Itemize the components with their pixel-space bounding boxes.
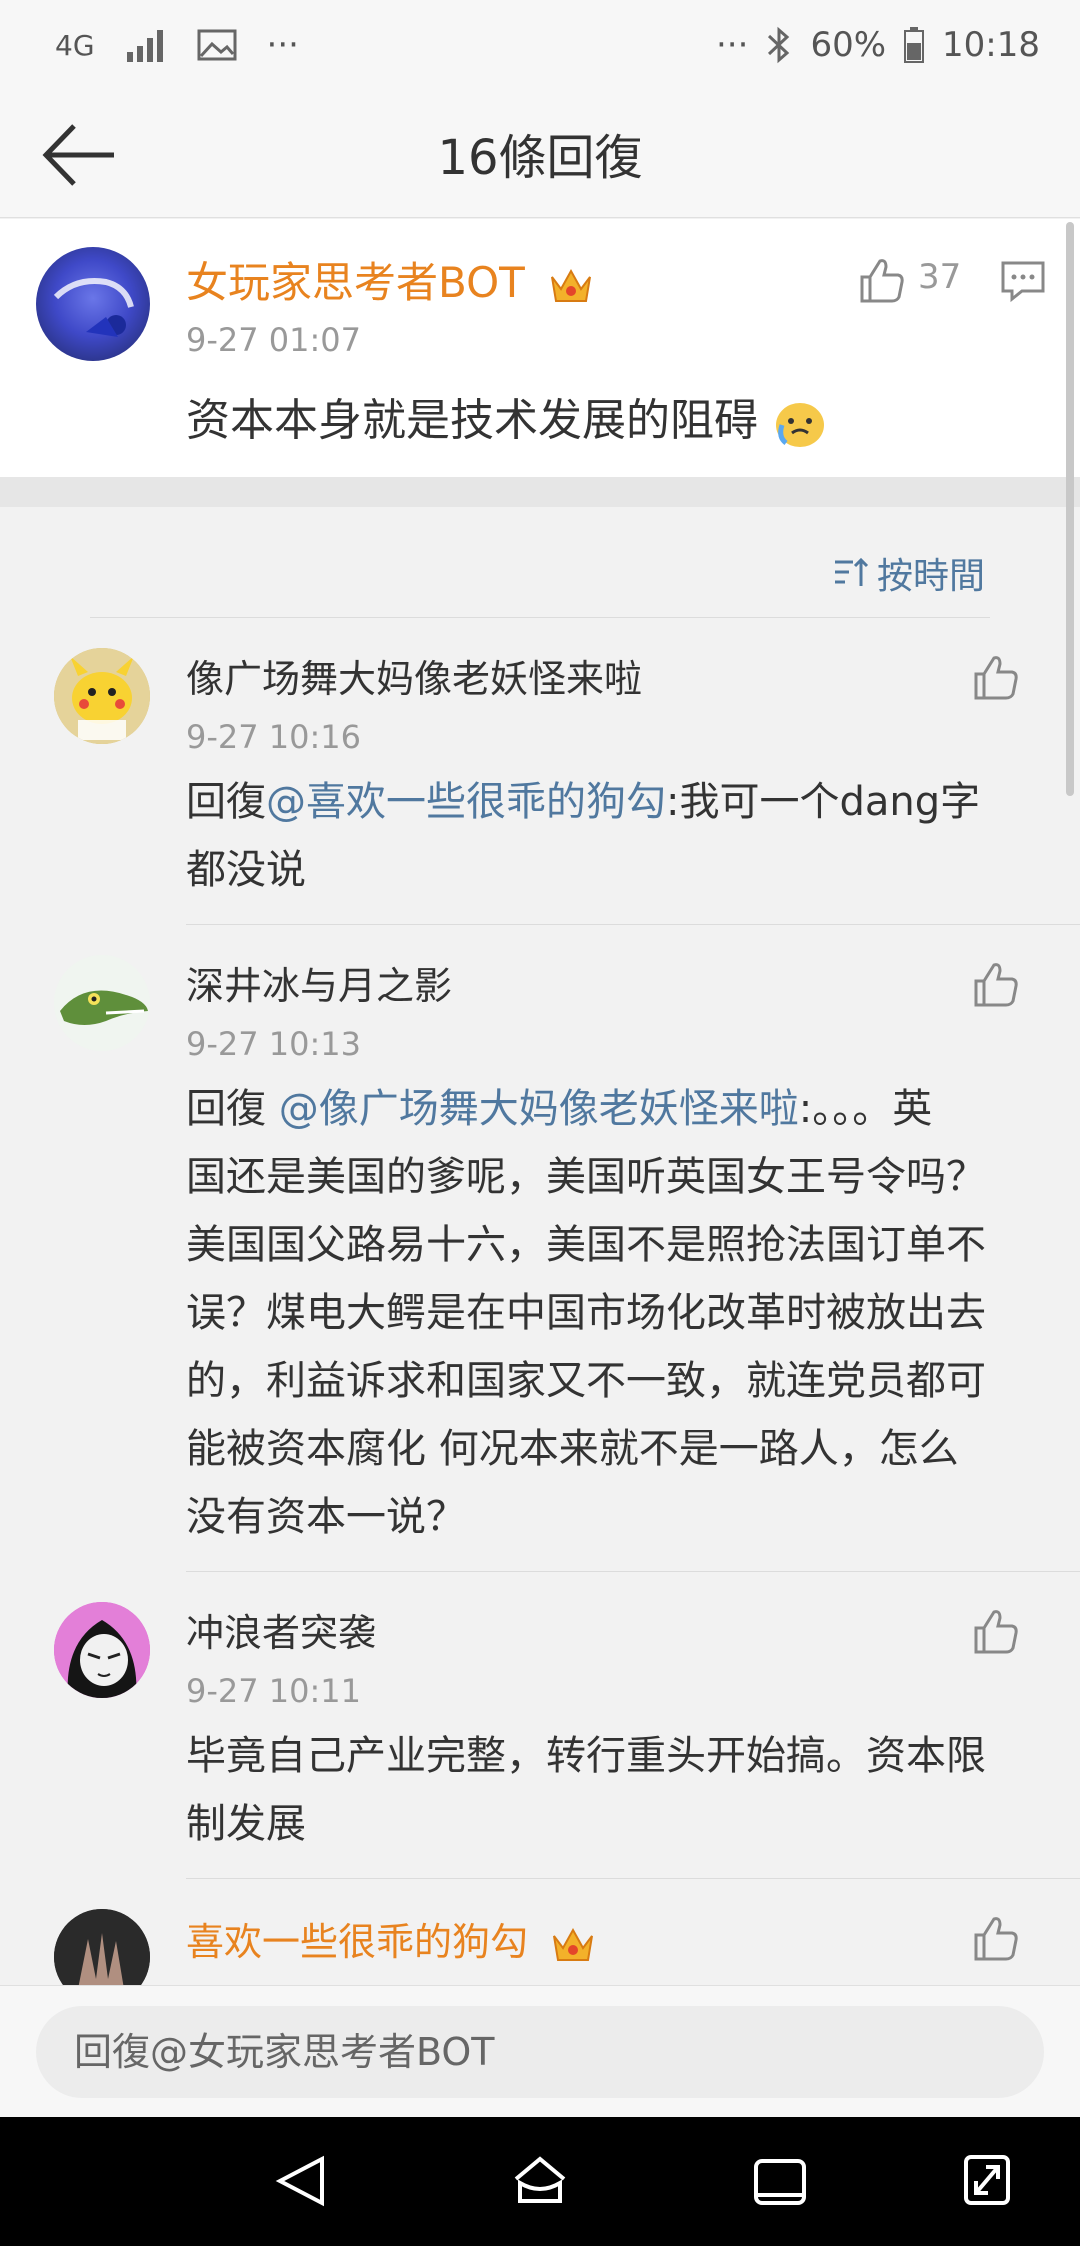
like-icon[interactable] xyxy=(970,959,1022,1011)
reply-item: 喜欢一些很乖的狗勾 xyxy=(0,1879,1080,1985)
image-icon xyxy=(197,29,237,61)
sort-icon xyxy=(834,557,869,586)
reply-line: 回復 @像广场舞大妈像老妖怪来啦:。。。英 xyxy=(186,1075,1056,1143)
main-comment-text: 资本本身就是技术发展的阻碍 xyxy=(186,387,828,455)
reply-item: 深井冰与月之影 9-27 10:13 回復 @像广场舞大妈像老妖怪来啦:。。。英… xyxy=(0,925,1080,1571)
sort-by-time-button[interactable]: 按時間 xyxy=(833,547,985,599)
username-text: 女玩家思考者BOT xyxy=(186,258,525,307)
home-icon[interactable] xyxy=(510,2153,570,2209)
reply-line: 回復@喜欢一些很乖的狗勾:我可一个dang字 xyxy=(186,768,1046,836)
network-type: 4G xyxy=(55,28,95,62)
crying-emoji-icon xyxy=(776,403,824,447)
battery-icon xyxy=(904,27,925,63)
reply-line: 毕竟自己产业完整，转行重头开始搞。资本限 xyxy=(186,1733,986,1779)
back-triangle-icon[interactable] xyxy=(272,2153,328,2209)
reply-item: 像广场舞大妈像老妖怪来啦 9-27 10:16 回復@喜欢一些很乖的狗勾:我可一… xyxy=(0,618,1080,924)
system-navigation-bar xyxy=(0,2117,1080,2246)
comment-body: 资本本身就是技术发展的阻碍 xyxy=(186,395,758,446)
avatar[interactable] xyxy=(54,1602,150,1698)
mention-link[interactable]: @像广场舞大妈像老妖怪来啦 xyxy=(279,1086,799,1132)
main-comment-time: 9-27 01:07 xyxy=(186,321,362,359)
sort-label: 按時間 xyxy=(876,556,985,597)
page-title: 16條回復 xyxy=(437,130,643,186)
like-icon[interactable] xyxy=(856,255,908,307)
reply-text: 回復 @像广场舞大妈像老妖怪来啦:。。。英 国还是美国的爹呢，美国听英国女王号令… xyxy=(186,1075,1056,1551)
more-dots-icon: ··· xyxy=(266,25,299,65)
avatar[interactable] xyxy=(36,247,150,361)
avatar[interactable] xyxy=(54,955,150,1051)
status-bar: 4G ··· ··· 60% 10:18 xyxy=(0,0,1080,90)
mention-link[interactable]: @喜欢一些很乖的狗勾 xyxy=(266,779,666,825)
reply-username[interactable]: 喜欢一些很乖的狗勾 xyxy=(186,1911,596,1966)
crown-badge-icon xyxy=(551,268,592,302)
reply-text: 回復@喜欢一些很乖的狗勾:我可一个dang字 都没说 xyxy=(186,768,1046,904)
recent-apps-icon[interactable] xyxy=(752,2157,808,2207)
like-count: 37 xyxy=(918,257,962,297)
reply-prefix: 回復 xyxy=(186,1086,279,1132)
like-icon[interactable] xyxy=(970,1913,1022,1965)
more-dots-icon: ··· xyxy=(716,25,749,65)
reply-username[interactable]: 冲浪者突袭 xyxy=(186,1602,376,1657)
signal-icon xyxy=(126,30,163,62)
reply-line: 美国国父路易十六，美国不是照抢法国订单不 xyxy=(186,1222,986,1268)
reply-line: 能被资本腐化 何况本来就不是一路人，怎么 xyxy=(186,1426,959,1472)
nav-bar: 16條回復 xyxy=(0,90,1080,218)
sort-row: 按時間 xyxy=(0,507,1080,617)
main-comment-username[interactable]: 女玩家思考者BOT xyxy=(186,249,594,310)
avatar[interactable] xyxy=(54,648,150,744)
scrollbar[interactable] xyxy=(1066,222,1074,796)
reply-line: 都没说 xyxy=(186,847,306,893)
reply-bar: 回復@女玩家思考者BOT xyxy=(0,1985,1080,2117)
username-text: 喜欢一些很乖的狗勾 xyxy=(186,1920,529,1964)
reply-content: :。。。英 xyxy=(798,1086,933,1132)
section-separator xyxy=(0,477,1080,507)
reply-prefix: 回復 xyxy=(186,779,266,825)
battery-percent: 60% xyxy=(810,25,887,65)
like-icon[interactable] xyxy=(970,652,1022,704)
expand-icon[interactable] xyxy=(962,2153,1012,2207)
reply-content: :我可一个dang字 xyxy=(666,779,981,825)
bluetooth-icon xyxy=(768,26,790,64)
reply-line: 的，利益诉求和国家又不一致，就连党员都可 xyxy=(186,1358,986,1404)
reply-line: 误？煤电大鳄是在中国市场化改革时被放出去 xyxy=(186,1290,986,1336)
reply-item: 冲浪者突袭 9-27 10:11 毕竟自己产业完整，转行重头开始搞。资本限 制发… xyxy=(0,1572,1080,1878)
reply-input[interactable]: 回復@女玩家思考者BOT xyxy=(36,2006,1044,2098)
reply-text: 毕竟自己产业完整，转行重头开始搞。资本限 制发展 xyxy=(186,1722,1056,1858)
reply-time: 9-27 10:13 xyxy=(186,1025,362,1063)
reply-line: 没有资本一说？ xyxy=(186,1494,466,1540)
reply-username[interactable]: 像广场舞大妈像老妖怪来啦 xyxy=(186,648,642,703)
avatar[interactable] xyxy=(54,1909,150,1985)
reply-line: 制发展 xyxy=(186,1801,306,1847)
clock: 10:18 xyxy=(942,25,1040,65)
reply-line: 国还是美国的爹呢，美国听英国女王号令吗？ xyxy=(186,1154,986,1200)
reply-time: 9-27 10:16 xyxy=(186,718,362,756)
main-comment: 女玩家思考者BOT 9-27 01:07 资本本身就是技术发展的阻碍 37 xyxy=(0,219,1080,477)
comment-icon[interactable] xyxy=(1000,259,1046,303)
like-icon[interactable] xyxy=(970,1606,1022,1658)
reply-time: 9-27 10:11 xyxy=(186,1672,362,1710)
reply-username[interactable]: 深井冰与月之影 xyxy=(186,955,452,1010)
crown-badge-icon xyxy=(553,1927,594,1961)
